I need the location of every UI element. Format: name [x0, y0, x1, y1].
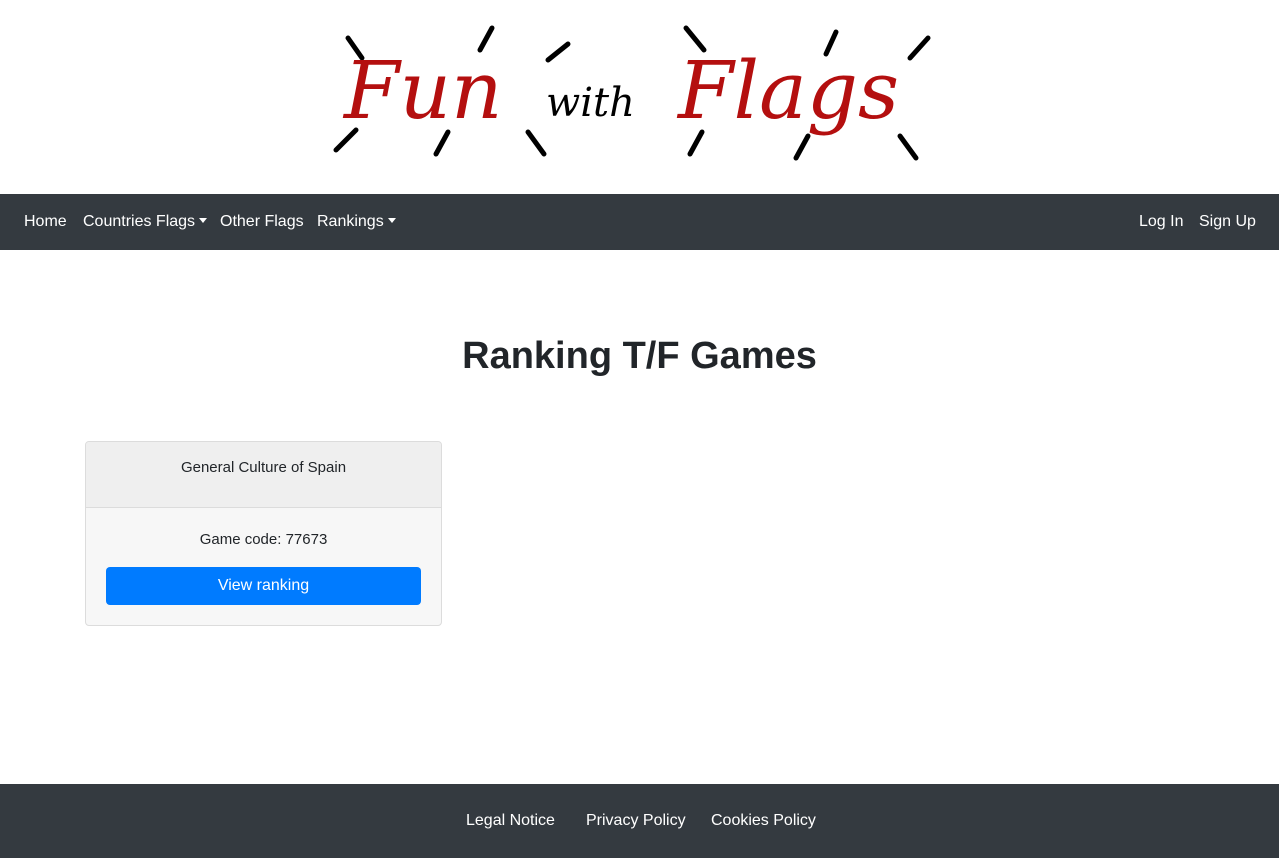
logo-word-flags: Flags [676, 44, 899, 137]
main-navbar: Home Countries Flags Other Flags Ranking… [0, 194, 1279, 250]
view-ranking-button[interactable]: View ranking [106, 567, 421, 605]
logo-word-fun: Fun [342, 44, 503, 137]
game-code: Game code: 77673 [199, 531, 328, 548]
logo-ray [907, 35, 931, 61]
nav-sign-up[interactable]: Sign Up [1199, 194, 1256, 250]
logo-ray [793, 133, 811, 161]
logo-word-with: with [546, 80, 635, 126]
page: Fun with Flags Home Countries Flags Othe… [0, 0, 1279, 858]
nav-rankings-label: Rankings [317, 213, 384, 230]
game-card: General Culture of Spain Game code: 7767… [85, 441, 442, 626]
nav-countries-flags-dropdown[interactable]: Countries Flags [83, 194, 208, 250]
nav-other-flags[interactable]: Other Flags [220, 194, 304, 250]
logo-ray [897, 133, 919, 161]
game-title: General Culture of Spain [180, 459, 347, 476]
chevron-down-icon [387, 218, 396, 223]
footer-privacy-policy-link[interactable]: Privacy Policy [586, 784, 686, 858]
page-title: Ranking T/F Games [462, 335, 817, 377]
footer-legal-notice-link[interactable]: Legal Notice [466, 784, 555, 858]
nav-countries-flags-label: Countries Flags [83, 213, 196, 230]
nav-rankings-dropdown[interactable]: Rankings [317, 194, 396, 250]
nav-home[interactable]: Home [24, 194, 67, 250]
site-footer: Legal Notice Privacy Policy Cookies Poli… [0, 784, 1279, 858]
site-logo[interactable]: Fun with Flags [320, 18, 950, 178]
chevron-down-icon [199, 218, 208, 223]
logo-ray [525, 129, 547, 157]
footer-cookies-policy-link[interactable]: Cookies Policy [711, 784, 816, 858]
nav-log-in[interactable]: Log In [1139, 194, 1183, 250]
game-card-header: General Culture of Spain [86, 442, 441, 508]
logo-ray [545, 41, 571, 63]
site-header: Fun with Flags [0, 0, 1279, 194]
